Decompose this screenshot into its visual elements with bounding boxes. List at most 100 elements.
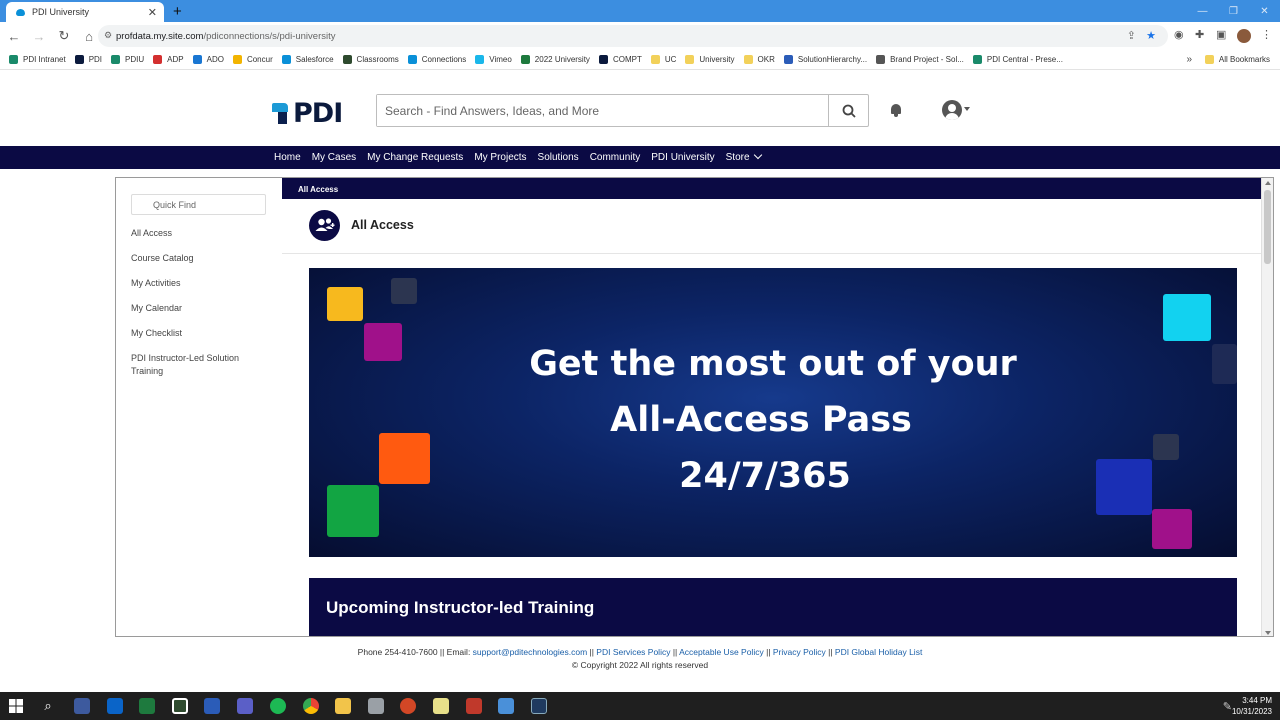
footer-link-acceptable-use[interactable]: Acceptable Use Policy xyxy=(679,647,764,657)
taskbar-time: 3:44 PM xyxy=(1242,696,1272,705)
powerpoint-icon[interactable] xyxy=(400,698,416,714)
bookmark-item[interactable]: OKR xyxy=(743,55,775,64)
bookmark-item[interactable]: UC xyxy=(650,55,676,64)
close-tab-icon[interactable]: ✕ xyxy=(148,6,157,19)
excel-icon[interactable] xyxy=(139,698,155,714)
pdi-logo[interactable]: PDI xyxy=(270,98,343,129)
scroll-down-icon[interactable] xyxy=(1265,631,1271,635)
bookmark-item[interactable]: Brand Project - Sol... xyxy=(876,55,964,64)
browser-tab[interactable]: PDI University ✕ xyxy=(6,2,164,22)
bookmark-item[interactable]: Salesforce xyxy=(281,55,334,64)
puzzle-extensions-icon[interactable]: ✚ xyxy=(1195,28,1204,41)
decor-square xyxy=(391,278,417,304)
app-icon-1[interactable] xyxy=(74,698,90,714)
nav-store[interactable]: Store xyxy=(726,150,762,163)
windows-start-icon[interactable] xyxy=(8,698,24,714)
search-button[interactable] xyxy=(828,95,868,126)
nav-solutions[interactable]: Solutions xyxy=(538,152,579,163)
sidebar-item-course-catalog[interactable]: Course Catalog xyxy=(131,252,256,265)
footer-link-services-policy[interactable]: PDI Services Policy xyxy=(596,647,670,657)
bookmark-item[interactable]: ADO xyxy=(192,55,224,64)
sidebar-item-my-calendar[interactable]: My Calendar xyxy=(131,302,256,315)
browser-menu-icon[interactable]: ⋮ xyxy=(1261,28,1272,41)
acrobat-icon[interactable] xyxy=(466,698,482,714)
sidebar-item-all-access[interactable]: All Access xyxy=(131,227,256,240)
app-icon-3[interactable] xyxy=(531,698,547,714)
frame-scrollbar[interactable] xyxy=(1261,178,1273,636)
app-icon-2[interactable] xyxy=(172,698,188,714)
word-icon[interactable] xyxy=(204,698,220,714)
bookmark-item[interactable]: Vimeo xyxy=(475,55,512,64)
user-menu-caret-icon[interactable] xyxy=(964,107,970,111)
taskbar-clock[interactable]: 3:44 PM 10/31/2023 xyxy=(1232,695,1272,717)
url-field[interactable]: ⚙ profdata.my.site.com/pdiconnections/s/… xyxy=(98,25,1168,47)
section-title: Upcoming Instructor-led Training xyxy=(326,598,595,617)
profile-avatar-icon[interactable] xyxy=(1237,29,1251,46)
new-tab-icon[interactable]: + xyxy=(173,3,182,20)
back-icon[interactable]: ← xyxy=(3,29,25,44)
bookmark-item[interactable]: PDIU xyxy=(111,55,144,64)
bookmark-item[interactable]: ADP xyxy=(153,55,184,64)
banner-headline-line1: Get the most out of your xyxy=(529,344,1017,384)
nav-my-cases[interactable]: My Cases xyxy=(312,152,356,163)
footer-link-privacy[interactable]: Privacy Policy xyxy=(773,647,826,657)
chrome-icon[interactable] xyxy=(303,698,319,714)
close-window-icon[interactable]: ✕ xyxy=(1249,6,1280,17)
sticky-notes-icon[interactable] xyxy=(433,698,449,714)
scroll-up-icon[interactable] xyxy=(1265,181,1271,185)
chevron-down-icon xyxy=(753,150,762,160)
search-taskbar-icon[interactable]: ⌕ xyxy=(40,698,56,714)
scroll-thumb[interactable] xyxy=(1264,190,1271,264)
bookmark-favicon-icon xyxy=(281,55,291,64)
bookmark-item[interactable]: COMPT xyxy=(598,55,642,64)
bookmark-favicon-icon xyxy=(153,55,163,64)
site-info-icon[interactable]: ⚙ xyxy=(104,30,112,41)
snipping-tool-icon[interactable] xyxy=(498,698,514,714)
bookmark-item[interactable]: SolutionHierarchy... xyxy=(783,55,867,64)
bookmark-item[interactable]: Connections xyxy=(407,55,466,64)
search-input[interactable] xyxy=(377,95,828,126)
extension-icon[interactable]: ◉ xyxy=(1174,28,1184,41)
bookmark-item[interactable]: University xyxy=(685,55,735,64)
footer-phone: Phone 254-410-7600 || Email: xyxy=(357,647,473,657)
footer-email-link[interactable]: support@pditechnologies.com xyxy=(473,647,587,657)
minimize-icon[interactable]: — xyxy=(1187,6,1218,17)
bookmark-item[interactable]: 2022 University xyxy=(520,55,590,64)
bookmark-star-icon[interactable]: ★ xyxy=(1146,29,1156,42)
sidebar-item-my-activities[interactable]: My Activities xyxy=(131,277,256,290)
sidebar-item-instructor-led-training[interactable]: PDI Instructor-Led Solution Training xyxy=(131,352,256,378)
share-icon[interactable]: ⇪ xyxy=(1127,29,1136,42)
user-avatar-icon[interactable] xyxy=(942,100,962,120)
bookmark-item[interactable]: Classrooms xyxy=(342,55,399,64)
all-bookmarks[interactable]: All Bookmarks xyxy=(1204,55,1270,64)
bookmark-item[interactable]: Concur xyxy=(232,55,273,64)
notifications-bell-icon[interactable] xyxy=(890,103,902,117)
bookmark-item[interactable]: PDI Intranet xyxy=(9,55,66,64)
sidebar-item-my-checklist[interactable]: My Checklist xyxy=(131,327,256,340)
nav-my-change-requests[interactable]: My Change Requests xyxy=(367,152,463,163)
footer-link-holiday-list[interactable]: PDI Global Holiday List xyxy=(835,647,922,657)
decor-square xyxy=(1152,509,1192,549)
reload-icon[interactable]: ↻ xyxy=(53,28,75,44)
quick-find-input[interactable]: Quick Find xyxy=(131,194,266,215)
calculator-icon[interactable] xyxy=(368,698,384,714)
nav-home[interactable]: Home xyxy=(274,152,301,163)
more-bookmarks-icon[interactable]: » xyxy=(1186,54,1192,65)
side-panel-icon[interactable]: ▣ xyxy=(1216,28,1226,41)
forward-icon[interactable]: → xyxy=(28,29,50,44)
nav-community[interactable]: Community xyxy=(590,152,641,163)
pen-icon[interactable]: ✎ xyxy=(1223,700,1232,713)
decor-square xyxy=(1163,294,1211,341)
nav-my-projects[interactable]: My Projects xyxy=(474,152,526,163)
file-explorer-icon[interactable] xyxy=(335,698,351,714)
tab-title: PDI University xyxy=(32,7,90,17)
nav-pdi-university[interactable]: PDI University xyxy=(651,152,714,163)
banner-headline-line3: 24/7/365 xyxy=(679,456,851,496)
teams-icon[interactable] xyxy=(237,698,253,714)
bookmark-item[interactable]: PDI xyxy=(74,55,102,64)
restore-icon[interactable]: ❐ xyxy=(1218,6,1249,17)
home-icon[interactable]: ⌂ xyxy=(78,29,100,44)
bookmark-item[interactable]: PDI Central - Prese... xyxy=(972,55,1063,64)
spotify-icon[interactable] xyxy=(270,698,286,714)
outlook-icon[interactable] xyxy=(107,698,123,714)
